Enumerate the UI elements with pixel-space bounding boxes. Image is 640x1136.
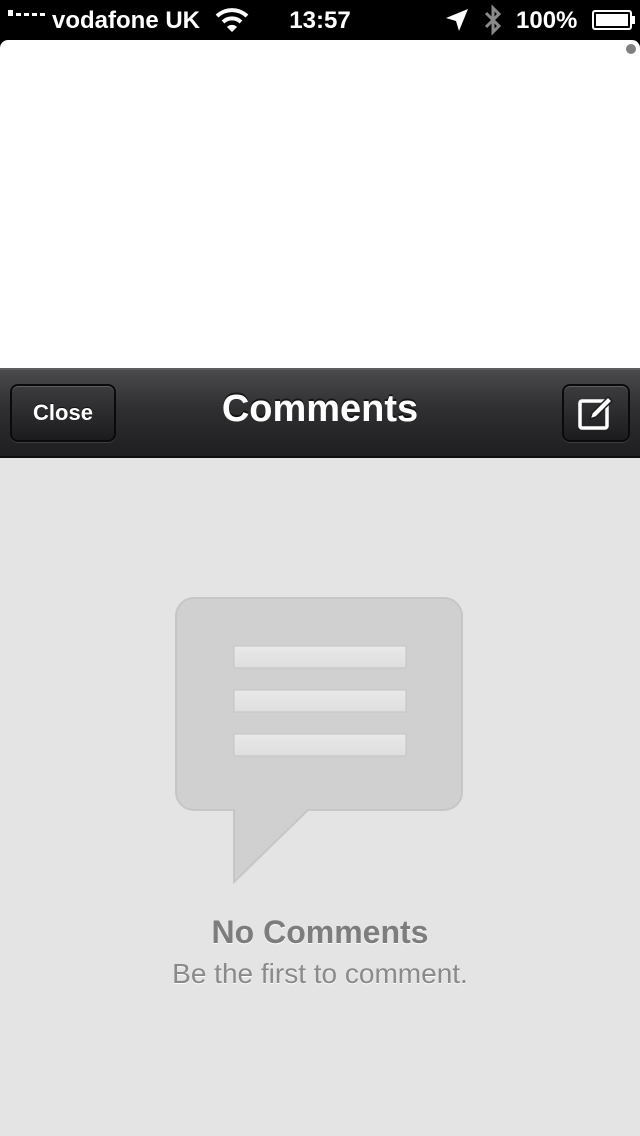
page-title: Comments — [221, 388, 419, 430]
status-bar: vodafone UK 13:57 100% — [0, 0, 640, 40]
empty-state-subtitle: Be the first to comment. — [172, 958, 468, 989]
battery-icon — [592, 10, 635, 30]
scroll-indicator — [626, 44, 636, 54]
navigation-bar: Close Comments — [0, 368, 640, 458]
speech-bubble-icon — [175, 597, 463, 885]
app-screen: vodafone UK 13:57 100% Close Comments No… — [0, 0, 640, 1136]
comments-list-area: No Comments Be the first to comment. — [0, 458, 640, 1136]
bluetooth-icon — [484, 4, 502, 36]
battery-percentage: 100% — [516, 7, 578, 34]
compose-button[interactable] — [562, 384, 630, 442]
compose-icon — [578, 395, 614, 430]
location-arrow-icon — [446, 9, 468, 31]
empty-state-title: No Comments — [211, 914, 429, 950]
content-area — [0, 40, 640, 370]
